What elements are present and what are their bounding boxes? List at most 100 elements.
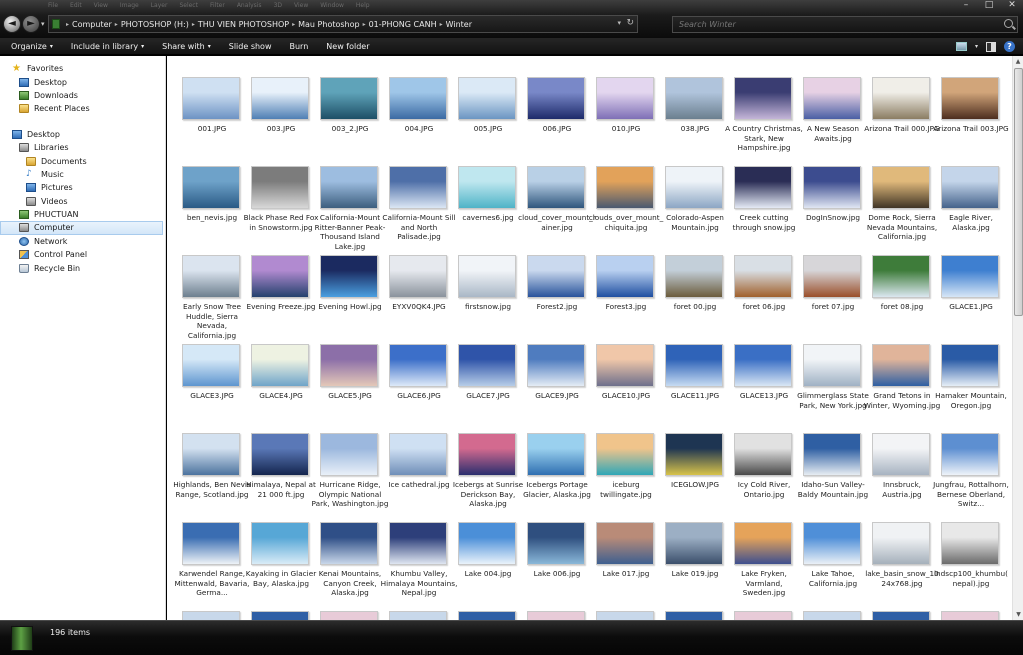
organize-button[interactable]: Organize ▾ <box>11 42 53 51</box>
image-thumbnail <box>458 611 516 620</box>
network-icon <box>19 236 29 246</box>
sidebar-item-recent-places[interactable]: Recent Places <box>0 102 165 115</box>
file-name: Grand Tetons in Winter, Wyoming.jpg <box>863 391 941 410</box>
image-thumbnail <box>941 611 999 620</box>
sidebar-item-user[interactable]: PHUCTUAN <box>0 208 165 221</box>
file-name: Eagle River, Alaska.jpg <box>949 213 993 232</box>
breadcrumb-item[interactable]: PHOTOSHOP (H:) <box>121 20 189 29</box>
sidebar-item-libraries[interactable]: Libraries <box>0 141 165 154</box>
background-menu-item: View <box>93 2 108 9</box>
image-thumbnail <box>527 344 585 387</box>
file-name: Lake Fryken, Varmland, Sweden.jpg <box>741 569 787 598</box>
file-name: Icy Cold River, Ontario.jpg <box>737 480 791 499</box>
scrollbar-thumb[interactable] <box>1014 68 1023 316</box>
share-with-button[interactable]: Share with ▾ <box>162 42 211 51</box>
chevron-down-icon: ▾ <box>207 42 211 50</box>
image-thumbnail <box>872 433 930 476</box>
maximize-button[interactable]: □ <box>982 0 996 10</box>
forward-button[interactable]: ► <box>22 15 40 33</box>
sidebar-item-pictures[interactable]: Pictures <box>0 181 165 194</box>
file-list: 001.JPG 003.JPG 003_2.JPG 004.JPG 005.JPG 006… <box>167 56 1012 620</box>
sidebar-item-label: Recent Places <box>34 104 90 114</box>
image-thumbnail <box>734 255 792 298</box>
help-icon[interactable]: ? <box>1004 41 1015 52</box>
breadcrumb-separator-icon[interactable]: ▸ <box>292 21 295 28</box>
image-thumbnail <box>527 77 585 120</box>
breadcrumb-separator-icon[interactable]: ▸ <box>115 21 118 28</box>
file-name: GLACE9.JPG <box>535 391 579 400</box>
slide-show-button[interactable]: Slide show <box>229 42 272 51</box>
breadcrumb-separator-icon[interactable]: ▸ <box>363 21 366 28</box>
command-bar: Organize ▾ Include in library ▾ Share wi… <box>0 38 1023 55</box>
sidebar-item-label: Favorites <box>27 64 64 74</box>
status-bar: 196 items <box>0 620 1023 655</box>
file-name: Kenai Mountains, Canyon Creek, Alaska.jp… <box>318 569 382 598</box>
image-thumbnail <box>251 166 309 209</box>
sidebar-item-control-panel[interactable]: Control Panel <box>0 248 165 261</box>
sidebar-item-videos[interactable]: Videos <box>0 195 165 208</box>
burn-button[interactable]: Burn <box>290 42 309 51</box>
file-name: GLACE10.JPG <box>601 391 651 400</box>
vertical-scrollbar[interactable]: ▲ ▼ <box>1012 56 1023 620</box>
libraries-icon <box>19 143 29 153</box>
sidebar-item-music[interactable]: ♪ Music <box>0 168 165 181</box>
address-dropdown-icon[interactable]: ▾ <box>617 19 621 27</box>
sidebar-item-documents[interactable]: Documents <box>0 154 165 167</box>
background-menu-item: Image <box>119 2 139 9</box>
user-folder-icon <box>19 210 29 220</box>
search-box[interactable] <box>672 16 1018 33</box>
background-menu-item: Filter <box>209 2 225 9</box>
documents-icon <box>26 156 36 166</box>
search-icon[interactable] <box>1004 19 1013 28</box>
videos-icon <box>26 196 36 206</box>
image-thumbnail <box>872 344 930 387</box>
new-folder-button[interactable]: New folder <box>326 42 369 51</box>
minimize-button[interactable]: – <box>959 0 973 10</box>
sidebar-item-favorites[interactable]: ★ Favorites <box>0 62 165 75</box>
sidebar-item-label: Videos <box>41 196 68 206</box>
refresh-icon[interactable]: ↻ <box>626 18 634 28</box>
background-menu-ghost: File Edit View Image Layer Select Filter Analys… <box>48 2 370 9</box>
sidebar-item-computer[interactable]: Computer <box>0 221 163 235</box>
breadcrumb-separator-icon[interactable]: ▸ <box>66 21 69 28</box>
breadcrumb-separator-icon[interactable]: ▸ <box>440 21 443 28</box>
image-thumbnail <box>320 77 378 120</box>
background-menu-item: Help <box>355 2 370 9</box>
file-name: Hamaker Mountain, Oregon.jpg <box>935 391 1007 410</box>
sidebar-item-recycle-bin[interactable]: Recycle Bin <box>0 261 165 274</box>
image-thumbnail <box>872 255 930 298</box>
image-thumbnail <box>527 522 585 565</box>
view-options-chevron-icon[interactable]: ▾ <box>975 43 978 50</box>
preview-pane-icon[interactable] <box>986 41 996 52</box>
background-menu-item: Window <box>320 2 344 9</box>
image-thumbnail <box>665 522 723 565</box>
search-input[interactable] <box>673 17 993 32</box>
file-name: Creek cutting through snow.jpg <box>732 213 796 232</box>
sidebar-item-downloads[interactable]: Downloads <box>0 89 165 102</box>
sidebar-item-network[interactable]: Network <box>0 235 165 248</box>
breadcrumb-separator-icon[interactable]: ▸ <box>192 21 195 28</box>
breadcrumb-item[interactable]: Winter <box>446 20 472 29</box>
change-view-icon[interactable] <box>955 42 967 51</box>
file-name: GLACE3.JPG <box>190 391 234 400</box>
scroll-up-icon[interactable]: ▲ <box>1013 56 1023 67</box>
breadcrumb-item[interactable]: 01-PHONG CANH <box>369 20 437 29</box>
breadcrumb-item[interactable]: Mau Photoshop <box>298 20 359 29</box>
sidebar-item-desktop[interactable]: Desktop <box>0 128 165 141</box>
include-in-library-button[interactable]: Include in library ▾ <box>71 42 144 51</box>
image-thumbnail <box>389 344 447 387</box>
scroll-down-icon[interactable]: ▼ <box>1013 609 1023 620</box>
sidebar-item-desktop-fav[interactable]: Desktop <box>0 75 165 88</box>
file-name: cavernes6.jpg <box>462 213 514 222</box>
file-name: Early Snow Tree Huddle, Sierra Nevada, C… <box>183 302 241 340</box>
sidebar-item-label: PHUCTUAN <box>34 210 79 220</box>
image-thumbnail <box>941 522 999 565</box>
address-bar[interactable]: ▸ Computer ▸ PHOTOSHOP (H:) ▸ THU VIEN PHOTOS… <box>48 15 638 33</box>
breadcrumb-item[interactable]: THU VIEN PHOTOSHOP <box>198 20 289 29</box>
close-button[interactable]: ✕ <box>1005 0 1019 10</box>
breadcrumb-item[interactable]: Computer <box>72 20 112 29</box>
navigation-pane: ★ Favorites Desktop Downloads Recent Pla… <box>0 56 166 620</box>
drive-icon <box>52 19 60 29</box>
back-button[interactable]: ◄ <box>3 15 21 33</box>
history-dropdown-icon[interactable]: ▾ <box>41 20 45 28</box>
